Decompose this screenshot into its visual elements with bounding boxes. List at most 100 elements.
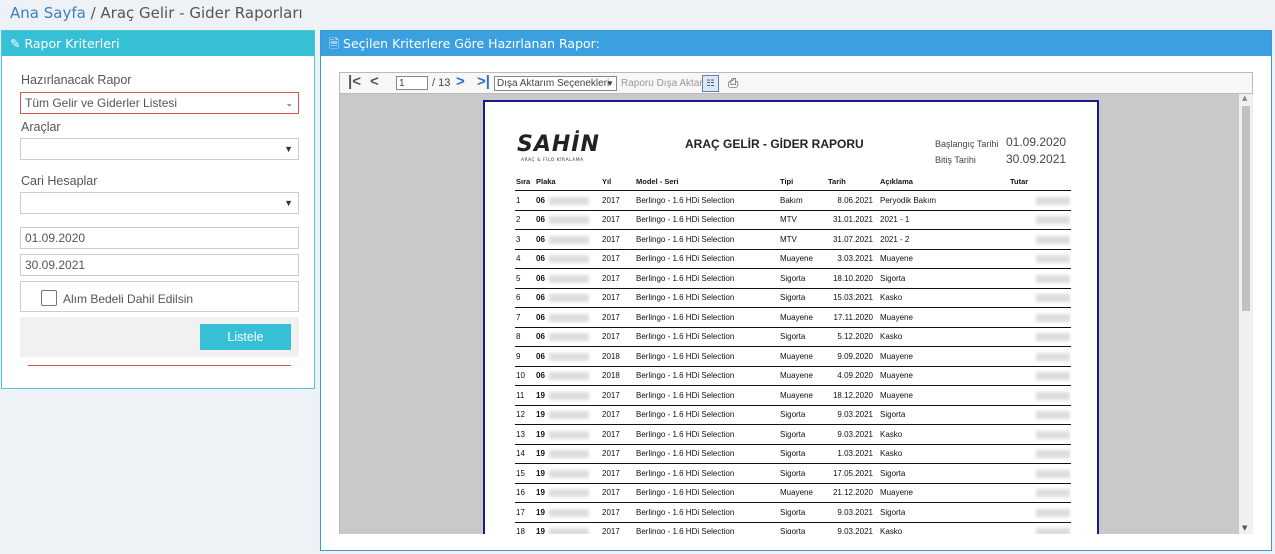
redacted-plate xyxy=(548,313,589,322)
redacted-plate xyxy=(548,372,589,381)
cell-text: Berlingo - 1.6 HDi Selection xyxy=(636,293,735,303)
redacted-amount xyxy=(1036,508,1070,517)
company-logo-subtitle: ARAÇ & FİLO KİRALAMA xyxy=(521,158,584,163)
cell-text: 2017 xyxy=(602,410,620,420)
redacted-plate xyxy=(548,333,589,342)
table-cell: 3.03.2021 xyxy=(827,249,879,269)
table-cell: Sigorta xyxy=(779,522,827,534)
vehicles-label: Araçlar xyxy=(21,120,61,134)
cell-text: Sigorta xyxy=(780,273,806,283)
export-format-select[interactable]: Dışa Aktarım Seçenekleri ▼ xyxy=(494,76,617,91)
page-number-input[interactable]: 1 xyxy=(396,76,428,90)
cell-text: 3.03.2021 xyxy=(837,254,873,264)
table-cell: Berlingo - 1.6 HDi Selection xyxy=(635,229,779,250)
table-cell: Kasko xyxy=(879,327,1009,347)
table-cell: 11 xyxy=(515,385,535,406)
purchase-price-checkbox[interactable] xyxy=(41,290,57,306)
scrollbar-thumb[interactable] xyxy=(1242,106,1250,311)
table-cell: Berlingo - 1.6 HDi Selection xyxy=(635,288,779,308)
redacted-amount xyxy=(1036,235,1070,244)
table-cell: Berlingo - 1.6 HDi Selection xyxy=(635,444,779,464)
table-row: 2 06 2017 Berlingo - 1.6 HDi Selection MTV 31… xyxy=(515,210,1071,230)
redacted-amount xyxy=(1036,274,1070,283)
cell-text: Muayene xyxy=(780,390,813,400)
report-page: SAHİN ARAÇ & FİLO KİRALAMA ARAÇ GELİR - … xyxy=(483,100,1099,534)
table-cell: Bakım xyxy=(779,190,827,211)
cell-text: 5 xyxy=(516,273,521,283)
export-report-link[interactable]: Raporu Dışa Aktar xyxy=(621,78,703,89)
table-cell: 14 xyxy=(515,444,535,464)
table-cell: 9.03.2021 xyxy=(827,502,879,523)
cell-text: Muayene xyxy=(880,254,913,264)
cell-text: Sigorta xyxy=(880,468,906,478)
export-icon[interactable]: ☷ xyxy=(702,75,719,92)
export-format-value: Dışa Aktarım Seçenekleri xyxy=(497,78,610,89)
end-date-input[interactable]: 30.09.2021 xyxy=(20,254,299,276)
cell-text: 19 xyxy=(536,507,545,517)
cell-text: 6 xyxy=(516,293,521,303)
cell-text: 31.01.2021 xyxy=(832,215,873,225)
breadcrumb-home-link[interactable]: Ana Sayfa xyxy=(10,4,86,22)
table-cell: 3 xyxy=(515,229,535,250)
print-icon[interactable]: ⎙ xyxy=(728,75,738,91)
report-type-select[interactable]: Tüm Gelir ve Giderler Listesi ⌄ xyxy=(20,92,299,114)
cell-text: 2021 - 1 xyxy=(880,215,910,225)
table-cell: 8 xyxy=(515,327,535,347)
amount-cell xyxy=(1009,424,1071,445)
next-page-icon[interactable]: > xyxy=(456,73,465,90)
scrollbar[interactable]: ▲ ▼ xyxy=(1239,94,1253,534)
cell-text: 2017 xyxy=(602,488,620,498)
cell-text: 14 xyxy=(516,449,525,459)
table-cell: 06 xyxy=(535,366,601,386)
first-page-icon[interactable]: |< xyxy=(348,73,361,90)
table-cell: 2017 xyxy=(601,405,635,425)
table-cell: 06 xyxy=(535,307,601,328)
table-cell: 15.03.2021 xyxy=(827,288,879,308)
table-cell: 9.03.2021 xyxy=(827,522,879,534)
table-cell: 2017 xyxy=(601,463,635,484)
cell-text: Berlingo - 1.6 HDi Selection xyxy=(636,234,735,244)
redacted-plate xyxy=(548,216,589,225)
cell-text: 06 xyxy=(536,293,545,303)
vehicles-select[interactable]: ▼ xyxy=(20,138,299,160)
cell-text: 19 xyxy=(536,468,545,478)
cell-text: Berlingo - 1.6 HDi Selection xyxy=(636,488,735,498)
table-cell: 19 xyxy=(535,424,601,445)
redacted-plate xyxy=(548,411,589,420)
last-page-icon[interactable]: >| xyxy=(477,73,490,90)
cell-text: 2017 xyxy=(602,449,620,459)
table-cell: 4 xyxy=(515,249,535,269)
cell-text: 19 xyxy=(536,429,545,439)
start-date-input[interactable]: 01.09.2020 xyxy=(20,227,299,249)
scroll-down-icon[interactable]: ▼ xyxy=(1242,524,1247,532)
table-cell: 19 xyxy=(535,522,601,534)
cell-text: 06 xyxy=(536,332,545,342)
table-cell: Sigorta xyxy=(879,268,1009,289)
divider xyxy=(28,365,291,366)
cell-text: 2017 xyxy=(602,254,620,264)
table-cell: 2021 - 2 xyxy=(879,229,1009,250)
cell-text: 2017 xyxy=(602,195,620,205)
prev-page-icon[interactable]: < xyxy=(370,73,379,90)
cell-text: Kasko xyxy=(880,332,903,342)
cell-text: 2017 xyxy=(602,527,620,534)
cell-text: 21.12.2020 xyxy=(832,488,873,498)
table-cell: Muayene xyxy=(779,249,827,269)
scroll-up-icon[interactable]: ▲ xyxy=(1242,94,1247,102)
list-button[interactable]: Listele xyxy=(200,324,291,350)
amount-cell xyxy=(1009,190,1071,211)
cell-text: 15.03.2021 xyxy=(832,293,873,303)
report-type-label: Hazırlanacak Rapor xyxy=(21,73,132,87)
table-row: 15 19 2017 Berlingo - 1.6 HDi Selection Sigo… xyxy=(515,463,1071,484)
table-cell: 19 xyxy=(535,385,601,406)
cell-text: 9.09.2020 xyxy=(837,351,873,361)
cell-text: Berlingo - 1.6 HDi Selection xyxy=(636,390,735,400)
cell-text: Berlingo - 1.6 HDi Selection xyxy=(636,312,735,322)
cell-text: Sigorta xyxy=(880,507,906,517)
amount-cell xyxy=(1009,405,1071,425)
redacted-amount xyxy=(1036,372,1070,381)
accounts-select[interactable]: ▼ xyxy=(20,192,299,214)
cell-text: 7 xyxy=(516,312,521,322)
table-cell: MTV xyxy=(779,229,827,250)
start-date-label: Başlangıç Tarihi xyxy=(935,139,999,149)
